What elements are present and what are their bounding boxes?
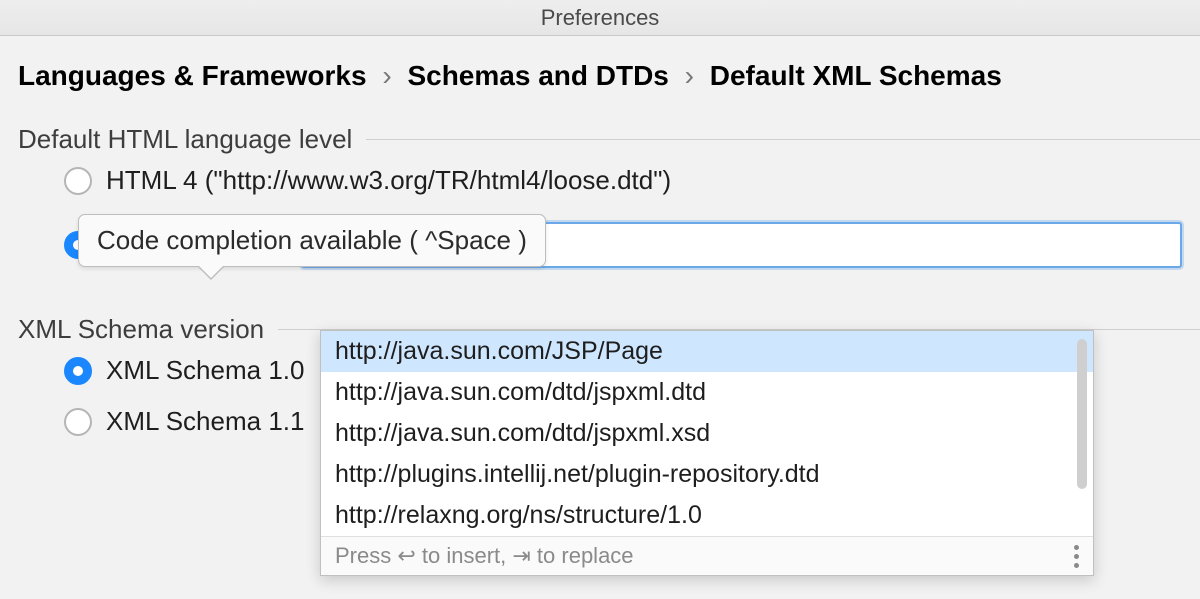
- window-title: Preferences: [541, 5, 660, 30]
- radio-xml10-label: XML Schema 1.0: [106, 355, 304, 386]
- divider: [366, 139, 1200, 140]
- completion-footer: Press ↩ to insert, ⇥ to replace: [321, 536, 1093, 575]
- radio-html4-row[interactable]: HTML 4 ("http://www.w3.org/TR/html4/loos…: [0, 155, 1200, 206]
- breadcrumb-item[interactable]: Languages & Frameworks: [18, 60, 367, 91]
- more-icon[interactable]: [1074, 545, 1079, 568]
- breadcrumb-item[interactable]: Default XML Schemas: [710, 60, 1002, 91]
- completion-item[interactable]: http://relaxng.org/ns/structure/1.0: [321, 495, 1093, 536]
- code-completion-tooltip: Code completion available ( ^Space ): [78, 214, 546, 267]
- completion-item[interactable]: http://java.sun.com/dtd/jspxml.dtd: [321, 372, 1093, 413]
- breadcrumb: Languages & Frameworks › Schemas and DTD…: [0, 36, 1200, 104]
- radio-xml11[interactable]: [64, 408, 92, 436]
- chevron-right-icon: ›: [677, 60, 702, 91]
- completion-item[interactable]: http://java.sun.com/dtd/jspxml.xsd: [321, 413, 1093, 454]
- radio-html4[interactable]: [64, 167, 92, 195]
- completion-popup[interactable]: http://java.sun.com/JSP/Page http://java…: [320, 330, 1094, 576]
- completion-hint: Press ↩ to insert, ⇥ to replace: [335, 543, 634, 569]
- window-titlebar: Preferences: [0, 0, 1200, 36]
- group-title: XML Schema version: [18, 314, 264, 345]
- radio-xml10[interactable]: [64, 357, 92, 385]
- radio-html4-label: HTML 4 ("http://www.w3.org/TR/html4/loos…: [106, 165, 671, 196]
- scrollbar[interactable]: [1077, 339, 1087, 489]
- completion-item[interactable]: http://plugins.intellij.net/plugin-repos…: [321, 454, 1093, 495]
- tooltip-text: Code completion available ( ^Space ): [97, 225, 527, 255]
- breadcrumb-item[interactable]: Schemas and DTDs: [407, 60, 668, 91]
- chevron-right-icon: ›: [374, 60, 399, 91]
- radio-xml11-label: XML Schema 1.1: [106, 406, 304, 437]
- completion-item[interactable]: http://java.sun.com/JSP/Page: [321, 331, 1093, 372]
- group-title: Default HTML language level: [18, 124, 352, 155]
